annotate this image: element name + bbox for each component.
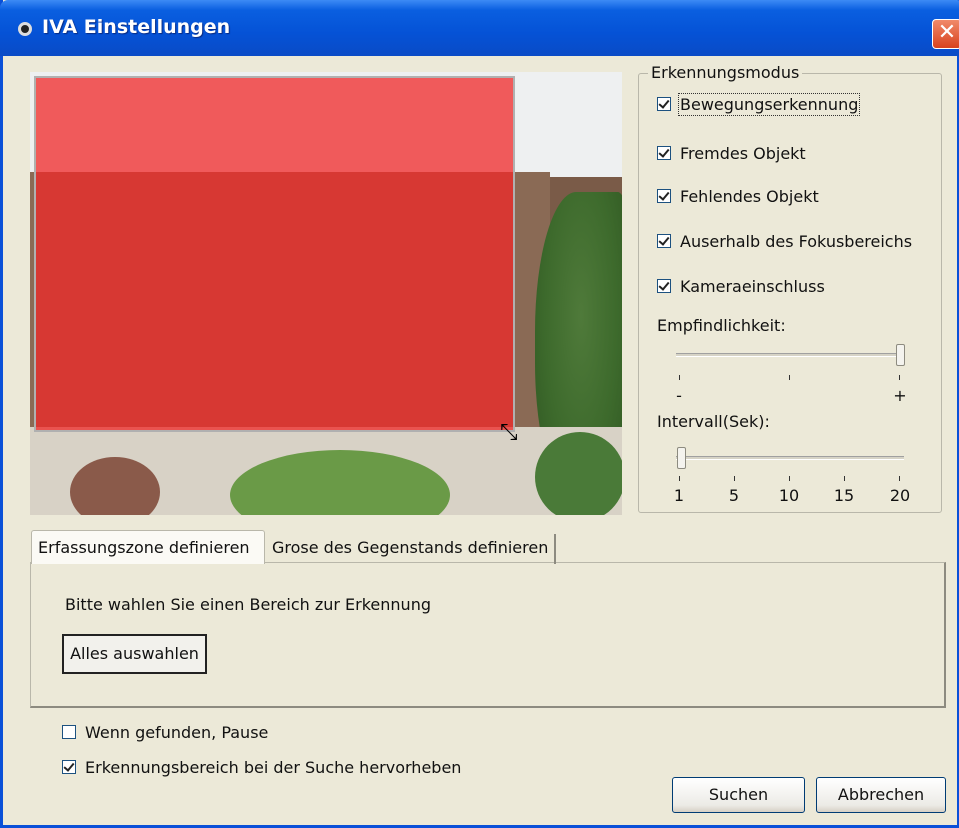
interval-tick-label: 5 [728, 486, 740, 505]
app-icon [18, 22, 32, 36]
interval-tick [844, 476, 845, 481]
sensitivity-slider-thumb[interactable] [896, 344, 905, 366]
preview-bush [535, 432, 622, 515]
checkbox-foreign-object[interactable]: Fremdes Objekt [657, 143, 806, 163]
checkbox-box[interactable] [62, 725, 76, 739]
interval-tick [789, 476, 790, 481]
select-all-button[interactable]: Alles auswahlen [62, 634, 207, 674]
cancel-button[interactable]: Abbrechen [816, 777, 946, 813]
sensitivity-tick [899, 375, 900, 380]
interval-tick-label: 15 [833, 486, 855, 505]
interval-slider-thumb[interactable] [677, 447, 686, 469]
search-button[interactable]: Suchen [672, 777, 805, 813]
close-button[interactable]: ✕ [932, 19, 959, 49]
checkbox-label: Kameraeinschluss [680, 276, 825, 296]
window-title: IVA Einstellungen [42, 16, 231, 38]
interval-tick-label: 1 [673, 486, 685, 505]
sensitivity-slider-track[interactable] [676, 353, 904, 357]
checkbox-box[interactable] [657, 146, 671, 160]
sensitivity-tick [789, 375, 790, 380]
checkbox-label: Fremdes Objekt [680, 143, 806, 163]
interval-label: Intervall(Sek): [657, 412, 770, 431]
interval-tick-label: 20 [889, 486, 911, 505]
detection-mode-legend: Erkennungsmodus [648, 63, 803, 82]
interval-tick-label: 10 [778, 486, 800, 505]
checkbox-label: Auserhalb des Fokusbereichs [680, 231, 913, 251]
sensitivity-label: Empfindlichkeit: [657, 316, 786, 335]
checkbox-box[interactable] [657, 279, 671, 293]
checkbox-label: Bewegungserkennung [677, 92, 861, 116]
checkbox-camera-occlusion[interactable]: Kameraeinschluss [657, 276, 825, 296]
checkbox-label: Fehlendes Objekt [680, 186, 819, 206]
checkbox-box[interactable] [62, 760, 76, 774]
checkbox-motion-detection[interactable]: Bewegungserkennung [657, 92, 861, 116]
sensitivity-max-label: + [893, 386, 907, 405]
resize-handle-icon[interactable]: ⤡ [500, 420, 518, 445]
checkbox-missing-object[interactable]: Fehlendes Objekt [657, 186, 819, 206]
checkbox-label: Erkennungsbereich bei der Suche hervorhe… [85, 757, 462, 777]
detection-zone-overlay[interactable] [34, 76, 515, 432]
checkbox-box[interactable] [657, 234, 671, 248]
checkbox-box[interactable] [657, 189, 671, 203]
sensitivity-min-label: - [676, 386, 682, 405]
checkbox-label: Wenn gefunden, Pause [85, 722, 269, 742]
interval-slider-track[interactable] [676, 456, 904, 460]
checkbox-out-of-focus[interactable]: Auserhalb des Fokusbereichs [657, 231, 912, 251]
checkbox-pause-when-found[interactable]: Wenn gefunden, Pause [62, 722, 268, 742]
camera-preview[interactable]: ⤡ [30, 72, 622, 515]
checkbox-box[interactable] [657, 97, 671, 111]
panel-instruction: Bitte wahlen Sie einen Bereich zur Erken… [65, 595, 431, 614]
interval-tick [734, 476, 735, 481]
title-bar[interactable]: IVA Einstellungen ✕ [0, 0, 959, 56]
checkbox-highlight-area[interactable]: Erkennungsbereich bei der Suche hervorhe… [62, 757, 461, 777]
tab-detection-zone[interactable]: Erfassungszone definieren [31, 530, 265, 564]
interval-tick [899, 476, 900, 481]
tab-object-size[interactable]: Grose des Gegenstands definieren [266, 534, 557, 564]
sensitivity-tick [679, 375, 680, 380]
interval-tick [679, 476, 680, 481]
